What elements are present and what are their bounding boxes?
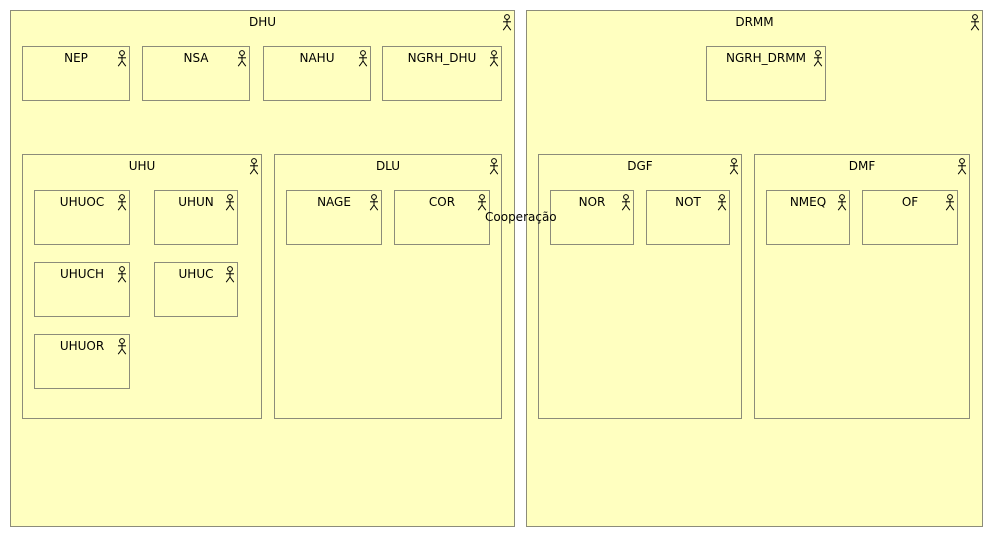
actor-icon xyxy=(945,194,955,211)
actor-icon xyxy=(502,14,512,31)
nor-box[interactable]: NOR xyxy=(550,190,634,245)
actor-icon xyxy=(717,194,727,211)
drmm-label: DRMM xyxy=(735,15,774,29)
actor-icon xyxy=(369,194,379,211)
actor-icon xyxy=(249,158,259,175)
actor-icon xyxy=(117,50,127,67)
actor-icon xyxy=(358,50,368,67)
actor-icon xyxy=(813,50,823,67)
of-label: OF xyxy=(901,195,919,209)
nep-box[interactable]: NEP xyxy=(22,46,130,101)
uhuc-box[interactable]: UHUC xyxy=(154,262,238,317)
uhuch-label: UHUCH xyxy=(60,267,104,281)
actor-icon xyxy=(117,266,127,283)
uhuoc-box[interactable]: UHUOC xyxy=(34,190,130,245)
dlu-label: DLU xyxy=(375,159,401,173)
uhuoc-label: UHUOC xyxy=(59,195,105,209)
ngrh-drmm-label: NGRH_DRMM xyxy=(726,51,806,65)
nage-box[interactable]: NAGE xyxy=(286,190,382,245)
actor-icon xyxy=(837,194,847,211)
actor-icon xyxy=(489,158,499,175)
not-box[interactable]: NOT xyxy=(646,190,730,245)
nmeq-box[interactable]: NMEQ xyxy=(766,190,850,245)
actor-icon xyxy=(621,194,631,211)
of-box[interactable]: OF xyxy=(862,190,958,245)
ngrh-dhu-box[interactable]: NGRH_DHU xyxy=(382,46,502,101)
cooperation-label: Cooperação xyxy=(485,210,557,224)
actor-icon xyxy=(225,194,235,211)
uhuor-label: UHUOR xyxy=(59,339,105,353)
actor-icon xyxy=(477,194,487,211)
nahu-label: NAHU xyxy=(299,51,335,65)
ngrh-drmm-box[interactable]: NGRH_DRMM xyxy=(706,46,826,101)
dhu-label: DHU xyxy=(248,15,277,29)
actor-icon xyxy=(117,194,127,211)
cor-box[interactable]: COR xyxy=(394,190,490,245)
actor-icon xyxy=(237,50,247,67)
uhuch-box[interactable]: UHUCH xyxy=(34,262,130,317)
actor-icon xyxy=(489,50,499,67)
nsa-label: NSA xyxy=(183,51,209,65)
uhuor-box[interactable]: UHUOR xyxy=(34,334,130,389)
actor-icon xyxy=(225,266,235,283)
ngrh-dhu-label: NGRH_DHU xyxy=(407,51,477,65)
dgf-label: DGF xyxy=(627,159,653,173)
cor-label: COR xyxy=(428,195,456,209)
nep-label: NEP xyxy=(64,51,88,65)
nsa-box[interactable]: NSA xyxy=(142,46,250,101)
uhun-box[interactable]: UHUN xyxy=(154,190,238,245)
dmf-label: DMF xyxy=(848,159,876,173)
actor-icon xyxy=(970,14,980,31)
actor-icon xyxy=(729,158,739,175)
nahu-box[interactable]: NAHU xyxy=(263,46,371,101)
nage-label: NAGE xyxy=(317,195,351,209)
actor-icon xyxy=(957,158,967,175)
uhu-label: UHU xyxy=(128,159,156,173)
actor-icon xyxy=(117,338,127,355)
